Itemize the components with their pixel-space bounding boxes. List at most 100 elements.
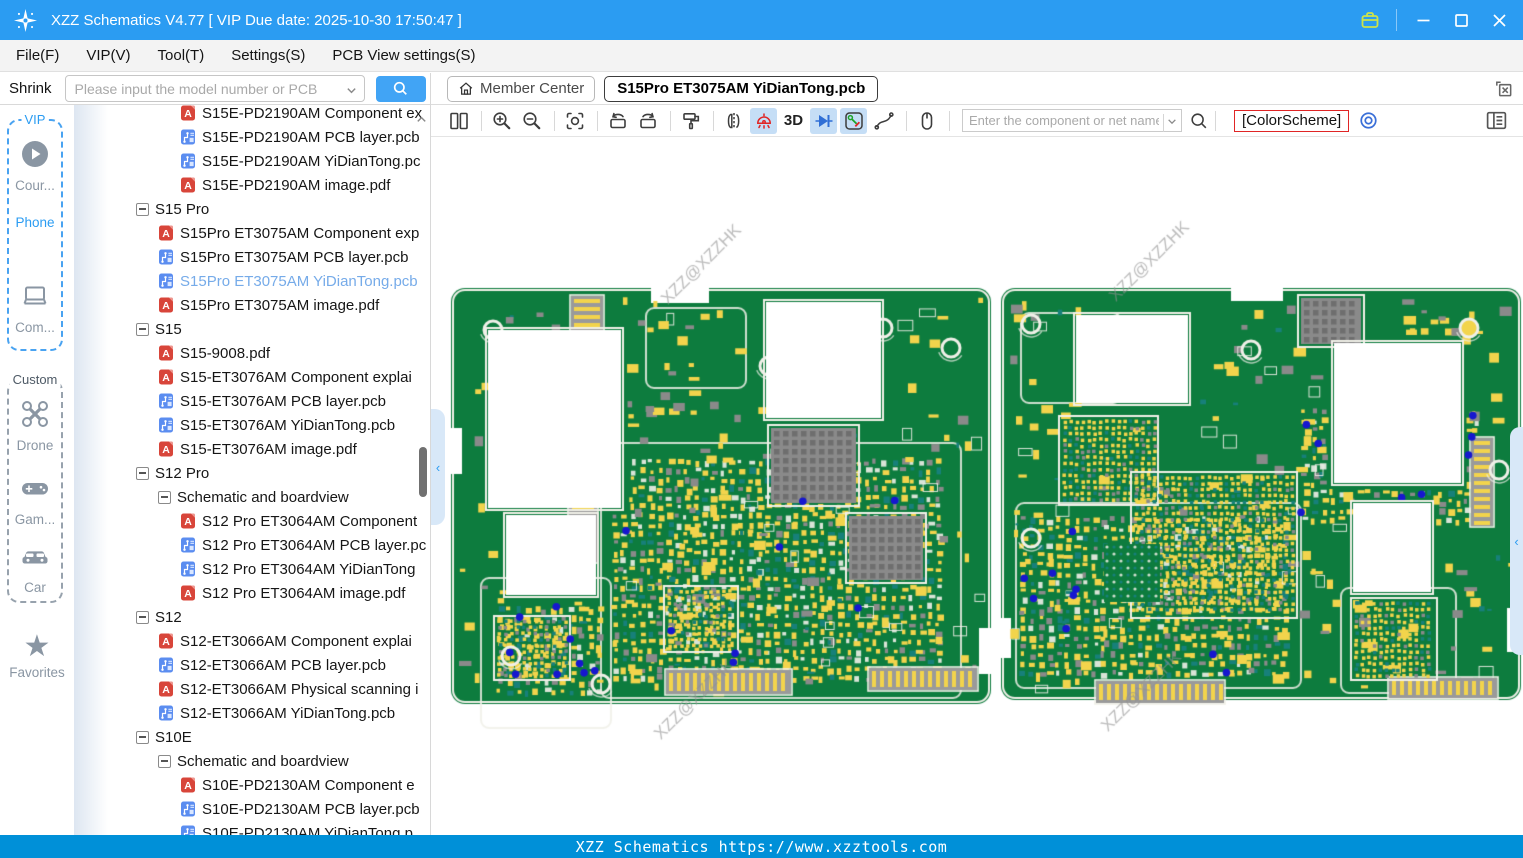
- collapse-tree-handle[interactable]: ‹: [431, 409, 445, 525]
- vip-briefcase-icon[interactable]: [1358, 8, 1382, 32]
- close-tab-icon[interactable]: [1493, 78, 1514, 104]
- toolbar-separator: [481, 110, 482, 131]
- net-search-combobox[interactable]: [962, 109, 1182, 132]
- tree-item[interactable]: S15-ET3076AM PCB layer.pcb: [74, 389, 430, 413]
- net-search-icon[interactable]: [1189, 111, 1209, 131]
- tree-item[interactable]: S12-ET3066AM YiDianTong.pcb: [74, 701, 430, 725]
- sidebar-item-car[interactable]: Car: [9, 541, 61, 595]
- tree-item-label: S12-ET3066AM YiDianTong.pcb: [180, 704, 396, 722]
- tree-item[interactable]: S10E-PD2130AM YiDianTong.p: [74, 821, 430, 835]
- mirror-flip-icon[interactable]: [720, 108, 747, 134]
- tree-item[interactable]: A S12-ET3066AM Component explai: [74, 629, 430, 653]
- zoom-in-icon[interactable]: [488, 108, 515, 134]
- 3d-icon[interactable]: 3D: [780, 108, 807, 134]
- mouse-icon[interactable]: [913, 108, 940, 134]
- rotate-right-icon[interactable]: [634, 108, 661, 134]
- fit-view-icon[interactable]: [561, 108, 588, 134]
- collapse-toggle-icon[interactable]: [136, 466, 149, 480]
- tree-group[interactable]: S12: [74, 605, 430, 629]
- tab-active-pcb[interactable]: S15Pro ET3075AM YiDianTong.pcb: [604, 75, 879, 102]
- zoom-out-icon[interactable]: [518, 108, 545, 134]
- pcb-file-icon: [181, 825, 195, 835]
- tree-group[interactable]: S15 Pro: [74, 197, 430, 221]
- tree-item[interactable]: A S15-9008.pdf: [74, 341, 430, 365]
- tree-group[interactable]: S15: [74, 317, 430, 341]
- diode-icon[interactable]: [810, 107, 837, 134]
- dual-view-icon[interactable]: [445, 108, 472, 134]
- tree-item[interactable]: S12 Pro ET3064AM YiDianTong: [74, 557, 430, 581]
- collapse-right-handle[interactable]: ‹: [1510, 427, 1523, 655]
- measure-icon[interactable]: [840, 107, 867, 134]
- menu-bar: File(F) VIP(V) Tool(T) Settings(S) PCB View …: [0, 40, 1523, 72]
- net-search-input[interactable]: [963, 110, 1181, 131]
- tree-item[interactable]: A S12-ET3066AM Physical scanning i: [74, 677, 430, 701]
- tree-item-label: S12-ET3066AM PCB layer.pcb: [180, 656, 386, 674]
- collapse-toggle-icon[interactable]: [136, 322, 149, 336]
- tree-item[interactable]: S12-ET3066AM PCB layer.pcb: [74, 653, 430, 677]
- tree-item[interactable]: A S10E-PD2130AM Component e: [74, 773, 430, 797]
- chevron-down-icon[interactable]: [346, 83, 357, 101]
- pcb-file-icon: [181, 801, 195, 817]
- tree-item[interactable]: A S15-ET3076AM Component explai: [74, 365, 430, 389]
- sidebar-item-com[interactable]: Com...: [9, 281, 61, 335]
- tree-item[interactable]: A S15E-PD2190AM Component ex: [74, 105, 430, 125]
- tree-item[interactable]: S15-ET3076AM YiDianTong.pcb: [74, 413, 430, 437]
- collapse-toggle-icon[interactable]: [136, 730, 149, 744]
- member-center-button[interactable]: Member Center: [447, 75, 596, 102]
- sidebar-item-drone[interactable]: Drone: [9, 399, 61, 453]
- tree-group[interactable]: Schematic and boardview: [74, 485, 430, 509]
- right-panel-icon[interactable]: [1485, 109, 1508, 137]
- tree-item[interactable]: S15Pro ET3075AM YiDianTong.pcb: [74, 269, 430, 293]
- model-search-button[interactable]: [375, 75, 426, 102]
- pcb-board-view[interactable]: [431, 137, 1523, 835]
- menu-item-tool[interactable]: Tool(T): [158, 47, 205, 64]
- app-window: XZZ Schematics V4.77 [ VIP Due date: 202…: [0, 0, 1523, 858]
- collapse-toggle-icon[interactable]: [136, 202, 149, 216]
- pdf-file-icon: A: [181, 105, 195, 121]
- collapse-toggle-icon[interactable]: [158, 754, 171, 768]
- maximize-button[interactable]: [1449, 8, 1473, 32]
- tree-item[interactable]: A S15-ET3076AM image.pdf: [74, 437, 430, 461]
- collapse-toggle-icon[interactable]: [136, 610, 149, 624]
- shrink-button[interactable]: Shrink: [9, 80, 52, 97]
- menu-item-file[interactable]: File(F): [16, 47, 59, 64]
- menu-item-pcb-view-settings[interactable]: PCB View settings(S): [332, 47, 475, 64]
- eye-icon[interactable]: [1358, 110, 1379, 131]
- chevron-down-icon[interactable]: [1163, 114, 1177, 132]
- svg-text:A: A: [162, 372, 170, 384]
- tree-item[interactable]: S12 Pro ET3064AM PCB layer.pc: [74, 533, 430, 557]
- tree-item[interactable]: S15E-PD2190AM PCB layer.pcb: [74, 125, 430, 149]
- lamp-icon[interactable]: [750, 107, 777, 134]
- tree-item[interactable]: A S12 Pro ET3064AM Component: [74, 509, 430, 533]
- tree-item[interactable]: A S15Pro ET3075AM Component exp: [74, 221, 430, 245]
- sidebar-item-gam[interactable]: Gam...: [9, 473, 61, 527]
- menu-item-vip[interactable]: VIP(V): [86, 47, 130, 64]
- tree-scrollbar[interactable]: [419, 447, 427, 497]
- tree-item[interactable]: A S15Pro ET3075AM image.pdf: [74, 293, 430, 317]
- model-search-input[interactable]: [65, 76, 364, 101]
- tree-item[interactable]: S15E-PD2190AM YiDianTong.pc: [74, 149, 430, 173]
- tree-scroll-up-icon[interactable]: [415, 113, 428, 131]
- tree-group[interactable]: S10E: [74, 725, 430, 749]
- tree-group[interactable]: Schematic and boardview: [74, 749, 430, 773]
- tree-item-label: S15-ET3076AM Component explai: [180, 368, 412, 386]
- paint-roller-icon[interactable]: [677, 108, 704, 134]
- sidebar-item-phone[interactable]: Phone: [9, 211, 61, 230]
- tree-item[interactable]: S10E-PD2130AM PCB layer.pcb: [74, 797, 430, 821]
- menu-item-settings[interactable]: Settings(S): [231, 47, 305, 64]
- sidebar-item-cour[interactable]: Cour...: [9, 139, 61, 193]
- colorscheme-button[interactable]: [ColorScheme]: [1234, 109, 1350, 132]
- pdf-file-icon: A: [181, 585, 195, 601]
- tree-group[interactable]: S12 Pro: [74, 461, 430, 485]
- sidebar-item-favorites[interactable]: ★ Favorites: [0, 632, 74, 681]
- tree-item[interactable]: A S15E-PD2190AM image.pdf: [74, 173, 430, 197]
- close-button[interactable]: [1487, 8, 1511, 32]
- window-controls-separator: [1396, 9, 1397, 31]
- rotate-left-icon[interactable]: [604, 108, 631, 134]
- curve-icon[interactable]: [870, 108, 897, 134]
- model-search-combobox[interactable]: [64, 75, 365, 102]
- tree-item[interactable]: A S12 Pro ET3064AM image.pdf: [74, 581, 430, 605]
- tree-item[interactable]: S15Pro ET3075AM PCB layer.pcb: [74, 245, 430, 269]
- minimize-button[interactable]: [1411, 8, 1435, 32]
- collapse-toggle-icon[interactable]: [158, 490, 171, 504]
